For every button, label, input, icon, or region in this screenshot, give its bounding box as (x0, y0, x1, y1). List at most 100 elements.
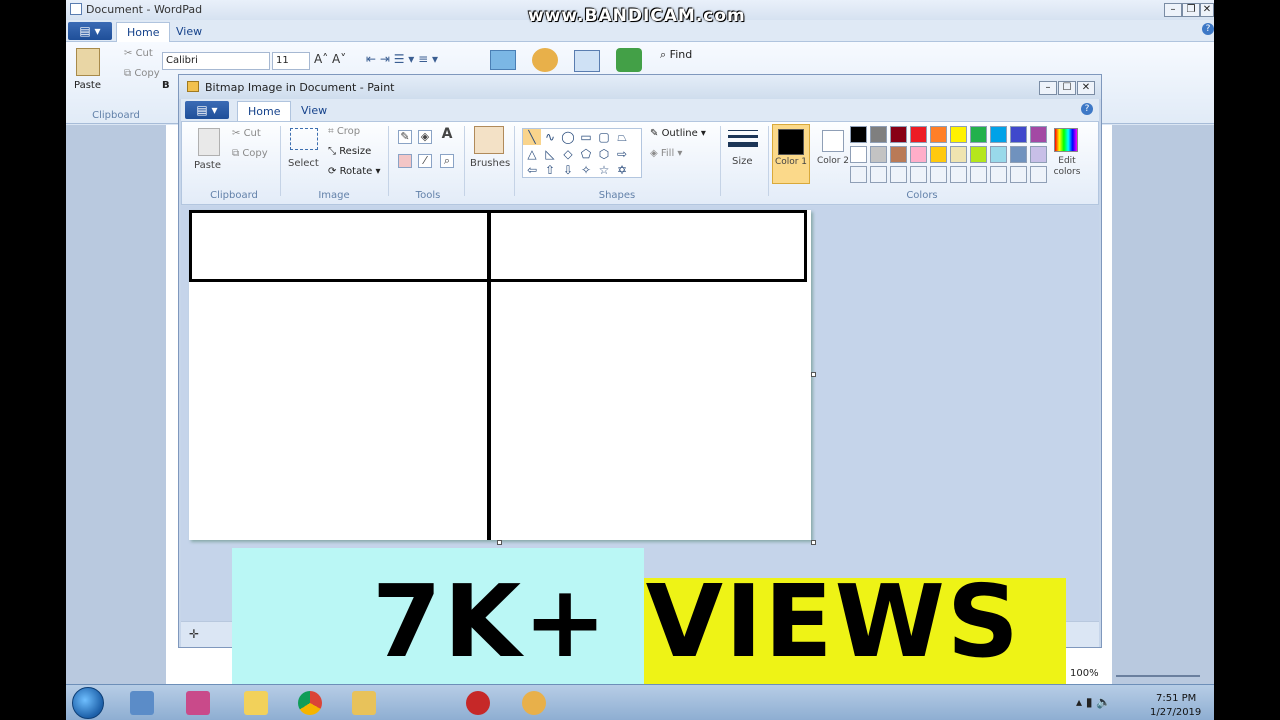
palette-swatch[interactable] (850, 146, 867, 163)
file-explorer-icon[interactable] (352, 691, 376, 715)
edit-colors-button[interactable]: Edit colors (1048, 156, 1086, 178)
left-arrow-shape[interactable]: ⇦ (523, 162, 541, 178)
palette-swatch[interactable] (990, 126, 1007, 143)
palette-swatch-empty[interactable] (970, 166, 987, 183)
palette-swatch-empty[interactable] (890, 166, 907, 183)
find-button[interactable]: ⌕ Find (660, 48, 692, 62)
insert-object-icon[interactable] (616, 48, 642, 72)
palette-swatch[interactable] (890, 146, 907, 163)
down-arrow-shape[interactable]: ⇩ (559, 162, 577, 178)
zoom-slider[interactable] (1116, 675, 1200, 677)
right-triangle-shape[interactable]: ◺ (541, 146, 559, 162)
paint-tab-view[interactable]: View (291, 101, 337, 121)
palette-swatch[interactable] (950, 126, 967, 143)
paragraph-tools[interactable]: ⇤ ⇥ ☰ ▾ ≡ ▾ (366, 52, 438, 66)
right-arrow-shape[interactable]: ⇨ (613, 146, 631, 162)
oval-shape[interactable]: ◯ (559, 129, 577, 145)
palette-swatch[interactable] (930, 146, 947, 163)
resize-handle-bottom[interactable] (497, 540, 502, 545)
diamond-shape[interactable]: ◇ (559, 146, 577, 162)
palette-swatch-empty[interactable] (1030, 166, 1047, 183)
palette-swatch[interactable] (990, 146, 1007, 163)
resize-handle-corner[interactable] (811, 540, 816, 545)
clock-date[interactable]: 1/27/2019 (1150, 707, 1201, 718)
palette-swatch[interactable] (870, 126, 887, 143)
palette-swatch[interactable] (1030, 126, 1047, 143)
palette-swatch-empty[interactable] (930, 166, 947, 183)
palette-swatch[interactable] (1030, 146, 1047, 163)
palette-swatch[interactable] (1010, 146, 1027, 163)
palette-swatch[interactable] (910, 146, 927, 163)
paint-drawing-icon[interactable] (532, 48, 558, 72)
paint-app-menu-button[interactable]: ▤ ▾ (185, 101, 229, 119)
line-shape[interactable]: ╲ (523, 129, 541, 145)
paint-minimize-button[interactable]: – (1039, 81, 1057, 95)
bandicam-icon[interactable] (466, 691, 490, 715)
font-size-select[interactable]: 11 (272, 52, 310, 70)
palette-swatch[interactable] (970, 146, 987, 163)
wordpad-tab-view[interactable]: View (166, 22, 212, 42)
picture-icon[interactable] (490, 50, 516, 70)
palette-swatch[interactable] (870, 146, 887, 163)
outline-button[interactable]: ✎ Outline ▾ (650, 128, 706, 139)
paint-copy-button[interactable]: ⧉ Copy (232, 148, 268, 159)
paint-tab-home[interactable]: Home (237, 101, 292, 121)
palette-swatch-empty[interactable] (950, 166, 967, 183)
resize-button[interactable]: ⤡ Resize (328, 146, 371, 157)
date-time-icon[interactable] (574, 50, 600, 72)
palette-swatch-empty[interactable] (910, 166, 927, 183)
color2-button[interactable]: Color 2 (814, 124, 852, 184)
system-tray-icons[interactable]: ▴ ▮ 🔈 (1076, 695, 1111, 709)
brushes-button[interactable]: Brushes (470, 158, 510, 169)
select-button[interactable]: Select (288, 158, 319, 169)
color-picker-icon[interactable]: ⁄ (418, 154, 432, 168)
drawing-canvas[interactable] (189, 210, 811, 540)
fill-bucket-icon[interactable]: ◈ (418, 130, 432, 144)
up-arrow-shape[interactable]: ⇧ (541, 162, 559, 178)
resize-handle-right[interactable] (811, 372, 816, 377)
font-grow-icon[interactable]: A˄ A˅ (314, 52, 346, 66)
wordpad-tab-home[interactable]: Home (116, 22, 171, 42)
wordpad-app-menu-button[interactable]: ▤ ▾ (68, 22, 112, 40)
four-point-star-shape[interactable]: ✧ (577, 162, 595, 178)
eraser-icon[interactable] (398, 154, 412, 168)
crop-button[interactable]: ⌗ Crop (328, 126, 360, 137)
palette-swatch[interactable] (930, 126, 947, 143)
polygon-shape[interactable]: ⏢ (613, 129, 631, 145)
paint-taskbar-icon[interactable] (522, 691, 546, 715)
pentagon-shape[interactable]: ⬠ (577, 146, 595, 162)
rotate-button[interactable]: ⟳ Rotate ▾ (328, 166, 381, 177)
restore-button[interactable]: ❐ (1182, 3, 1200, 17)
rounded-rectangle-shape[interactable]: ▢ (595, 129, 613, 145)
pencil-icon[interactable]: ✎ (398, 130, 412, 144)
six-point-star-shape[interactable]: ✡ (613, 162, 631, 178)
palette-swatch-empty[interactable] (990, 166, 1007, 183)
text-tool-icon[interactable]: A (440, 127, 454, 142)
wordpad-paste-button[interactable]: Paste (74, 80, 101, 91)
help-icon[interactable]: ? (1202, 23, 1214, 35)
color1-button[interactable]: Color 1 (772, 124, 810, 184)
palette-swatch[interactable] (970, 126, 987, 143)
sticky-notes-icon[interactable] (244, 691, 268, 715)
palette-swatch[interactable] (850, 126, 867, 143)
palette-swatch[interactable] (910, 126, 927, 143)
palette-swatch-empty[interactable] (870, 166, 887, 183)
palette-swatch[interactable] (1010, 126, 1027, 143)
font-family-select[interactable]: Calibri (162, 52, 270, 70)
computer-icon[interactable] (130, 691, 154, 715)
magnifier-icon[interactable]: ⌕ (440, 154, 454, 168)
chrome-icon[interactable] (298, 691, 322, 715)
palette-swatch[interactable] (890, 126, 907, 143)
triangle-shape[interactable]: △ (523, 146, 541, 162)
palette-swatch-empty[interactable] (850, 166, 867, 183)
five-point-star-shape[interactable]: ☆ (595, 162, 613, 178)
paint-help-icon[interactable]: ? (1081, 103, 1093, 115)
wordpad-copy-button[interactable]: ⧉ Copy (124, 68, 160, 79)
wordpad-cut-button[interactable]: ✂ Cut (124, 48, 153, 59)
rectangle-shape[interactable]: ▭ (577, 129, 595, 145)
minimize-button[interactable]: – (1164, 3, 1182, 17)
paint-close-button[interactable]: ✕ (1077, 81, 1095, 95)
start-button[interactable] (72, 687, 104, 719)
palette-swatch-empty[interactable] (1010, 166, 1027, 183)
paint-paste-button[interactable]: Paste (194, 160, 221, 171)
